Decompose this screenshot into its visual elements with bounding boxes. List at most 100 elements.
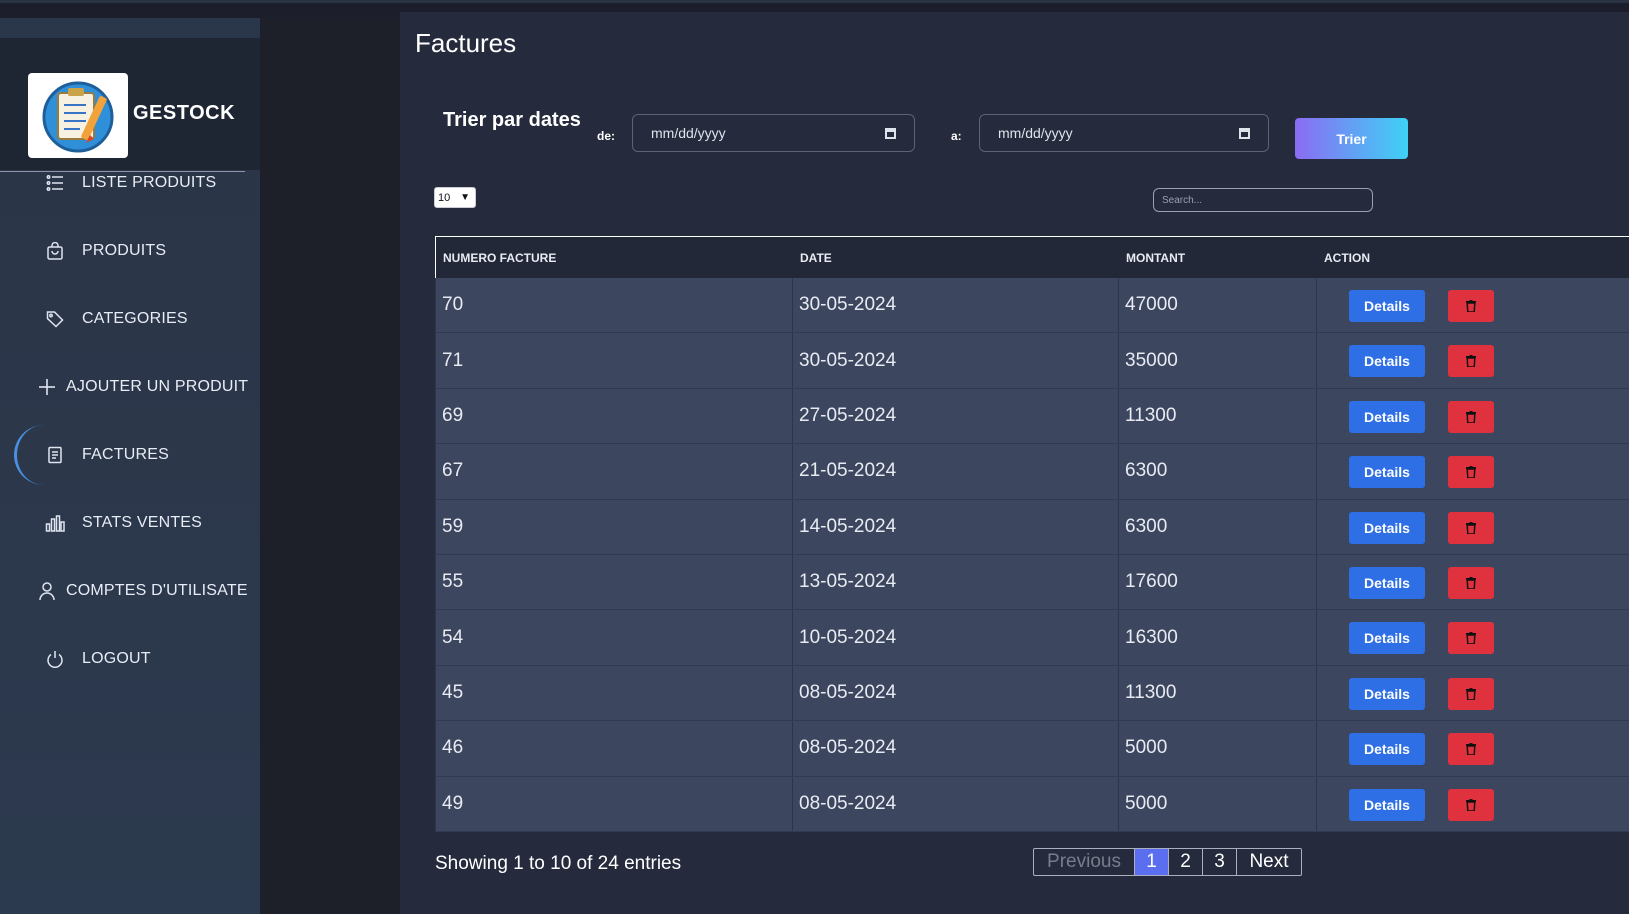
table-row: 55 13-05-2024 17600 Details [435, 554, 1629, 611]
sidebar-item-factures[interactable]: FACTURES [0, 425, 260, 485]
invoices-table: NUMERO FACTURE DATE MONTANT ACTION 70 30-… [435, 236, 1629, 832]
details-button[interactable]: Details [1349, 622, 1425, 655]
cell-numero: 54 [442, 626, 464, 648]
delete-button[interactable] [1448, 400, 1494, 433]
sidebar-item-ajouter-produit[interactable]: AJOUTER UN PRODUIT [0, 362, 260, 412]
column-divider [792, 499, 793, 554]
search-input[interactable]: Search... [1153, 188, 1373, 212]
cell-date: 30-05-2024 [799, 349, 897, 371]
cell-date: 08-05-2024 [799, 792, 897, 814]
cell-date: 21-05-2024 [799, 460, 897, 482]
cell-numero: 70 [442, 294, 464, 316]
cell-montant: 47000 [1125, 294, 1178, 316]
column-divider [1118, 610, 1119, 665]
column-divider [1118, 388, 1119, 444]
previous-page-button[interactable]: Previous [1034, 849, 1135, 875]
column-divider [1118, 721, 1119, 776]
plus-icon [36, 376, 58, 398]
sidebar-item-produits[interactable]: PRODUITS [0, 226, 260, 276]
column-divider [435, 333, 436, 388]
cell-montant: 17600 [1125, 571, 1178, 593]
details-button[interactable]: Details [1349, 566, 1425, 599]
cell-numero: 46 [442, 737, 464, 759]
page-size-select[interactable]: 10 ▼ [434, 187, 476, 208]
sidebar-item-liste-produits[interactable]: LISTE PRODUITS [0, 158, 260, 208]
sidebar-item-comptes[interactable]: COMPTES D'UTILISATE [0, 566, 260, 616]
details-button[interactable]: Details [1349, 345, 1425, 378]
details-button[interactable]: Details [1349, 788, 1425, 821]
sidebar-item-label: PRODUITS [82, 242, 167, 259]
table-row: 71 30-05-2024 35000 Details [435, 333, 1629, 389]
delete-button[interactable] [1448, 345, 1494, 378]
page-button-1[interactable]: 1 [1135, 849, 1169, 875]
cell-date: 08-05-2024 [799, 737, 897, 759]
cell-numero: 71 [442, 349, 464, 371]
to-date-input[interactable]: mm/dd/yyyy [979, 114, 1269, 152]
column-divider [1118, 776, 1119, 831]
table-header: NUMERO FACTURE DATE MONTANT ACTION [435, 236, 1629, 278]
sidebar-item-label: FACTURES [82, 446, 169, 463]
sidebar-item-stats-ventes[interactable]: STATS VENTES [0, 498, 260, 548]
tag-icon [44, 308, 66, 330]
column-header-montant[interactable]: MONTANT [1126, 251, 1185, 265]
page-size-value: 10 [438, 191, 451, 204]
trash-icon [1466, 687, 1476, 700]
column-divider [435, 610, 436, 665]
date-filter-title: Trier par dates [443, 109, 581, 131]
sidebar-item-logout[interactable]: LOGOUT [0, 634, 260, 684]
column-divider [1316, 499, 1317, 554]
details-button[interactable]: Details [1349, 733, 1425, 766]
cell-date: 27-05-2024 [799, 404, 897, 426]
sidebar-item-label: COMPTES D'UTILISATE [66, 582, 248, 599]
column-divider [1316, 721, 1317, 776]
cell-numero: 67 [442, 460, 464, 482]
power-icon [44, 648, 66, 670]
table-row: 69 27-05-2024 11300 Details [435, 388, 1629, 445]
calendar-icon[interactable] [885, 128, 896, 139]
trash-icon [1466, 300, 1476, 312]
details-button[interactable]: Details [1349, 400, 1425, 433]
cell-numero: 49 [442, 792, 464, 814]
column-divider [1118, 333, 1119, 388]
sort-button[interactable]: Trier [1295, 118, 1408, 159]
delete-button[interactable] [1448, 733, 1494, 766]
delete-button[interactable] [1448, 290, 1494, 322]
chevron-down-icon: ▼ [460, 192, 470, 203]
trash-icon [1466, 521, 1476, 534]
trash-icon [1466, 798, 1476, 811]
sidebar-item-categories[interactable]: CATEGORIES [0, 294, 260, 344]
cell-numero: 59 [442, 515, 464, 537]
column-divider [1316, 665, 1317, 721]
column-header-date[interactable]: DATE [800, 251, 832, 265]
column-divider [435, 554, 436, 610]
next-page-button[interactable]: Next [1237, 849, 1301, 875]
sidebar-item-label: LOGOUT [82, 650, 151, 667]
column-header-numero[interactable]: NUMERO FACTURE [443, 251, 556, 265]
table-row: 46 08-05-2024 5000 Details [435, 721, 1629, 777]
from-date-input[interactable]: mm/dd/yyyy [632, 114, 915, 152]
page-button-2[interactable]: 2 [1169, 849, 1203, 875]
list-icon [44, 172, 66, 194]
delete-button[interactable] [1448, 456, 1494, 489]
sidebar-item-label: LISTE PRODUITS [82, 174, 217, 191]
calendar-icon[interactable] [1239, 128, 1250, 139]
delete-button[interactable] [1448, 788, 1494, 821]
details-button[interactable]: Details [1349, 290, 1425, 322]
pagination: Previous 1 2 3 Next [1033, 848, 1302, 876]
cell-numero: 69 [442, 404, 464, 426]
cell-date: 30-05-2024 [799, 294, 897, 316]
cell-date: 10-05-2024 [799, 626, 897, 648]
column-divider [435, 278, 436, 333]
trash-icon [1466, 410, 1476, 423]
delete-button[interactable] [1448, 566, 1494, 599]
details-button[interactable]: Details [1349, 511, 1425, 544]
sidebar: GESTOCK LISTE PRODUITS PRODUITS CATEGORI… [0, 18, 260, 914]
details-button[interactable]: Details [1349, 677, 1425, 710]
details-button[interactable]: Details [1349, 456, 1425, 489]
column-divider [792, 665, 793, 721]
delete-button[interactable] [1448, 511, 1494, 544]
cell-montant: 16300 [1125, 626, 1178, 648]
delete-button[interactable] [1448, 622, 1494, 655]
delete-button[interactable] [1448, 677, 1494, 710]
page-button-3[interactable]: 3 [1203, 849, 1237, 875]
